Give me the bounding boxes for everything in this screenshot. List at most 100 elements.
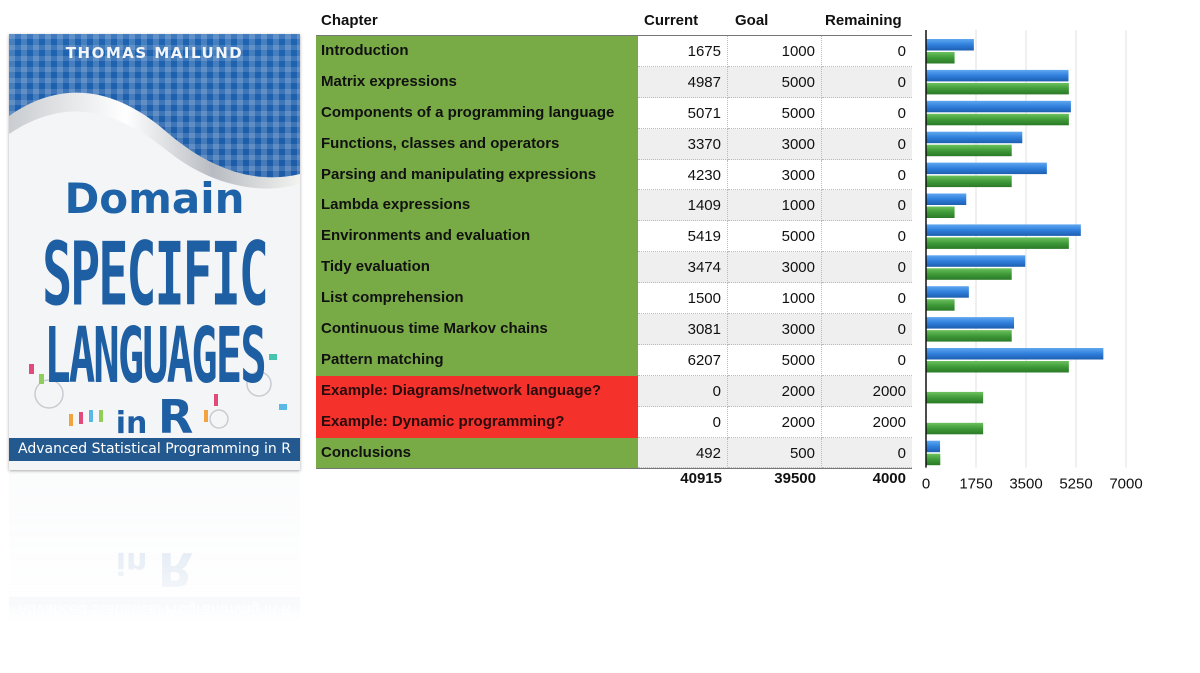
cell-goal: 2000 xyxy=(728,406,822,438)
table-row: Pattern matching 6207 5000 0 xyxy=(316,344,912,376)
bar-current xyxy=(926,100,1071,113)
table-body: Introduction 1675 1000 0 Matrix expressions 4… xyxy=(316,35,912,470)
cell-chapter: Functions, classes and operators xyxy=(316,128,638,160)
cell-remaining: 0 xyxy=(822,345,912,376)
cell-chapter: Environments and evaluation xyxy=(316,221,638,253)
x-tick-label: 5250 xyxy=(1059,476,1092,493)
cell-current: 3370 xyxy=(638,128,728,160)
cell-remaining: 0 xyxy=(822,66,912,98)
bar-goal xyxy=(926,361,1069,373)
cover-title-specific: SPECIFIC xyxy=(42,224,269,326)
cell-remaining: 0 xyxy=(822,221,912,253)
cell-chapter: Example: Diagrams/network language? xyxy=(316,375,638,407)
bar-current xyxy=(926,131,1023,144)
bar-current xyxy=(926,348,1104,360)
cell-goal: 3000 xyxy=(728,252,822,284)
cell-remaining: 2000 xyxy=(822,375,912,407)
cell-goal: 3000 xyxy=(728,159,822,191)
cell-current: 1675 xyxy=(638,36,728,67)
cell-goal: 2000 xyxy=(728,375,822,407)
cell-chapter: Lambda expressions xyxy=(316,190,638,222)
bar-goal xyxy=(926,237,1069,249)
cell-current: 1409 xyxy=(638,190,728,222)
cover-title-languages: LANGUAGES xyxy=(44,312,266,402)
cell-remaining: 0 xyxy=(822,252,912,284)
table-row: Conclusions 492 500 0 xyxy=(316,437,912,469)
cover-subtitle: Advanced Statistical Programming in R xyxy=(9,438,300,461)
cover-title-r: R xyxy=(157,390,194,444)
cell-remaining: 0 xyxy=(822,128,912,160)
table-row: Environments and evaluation 5419 5000 0 xyxy=(316,221,912,253)
bar-current xyxy=(926,162,1047,175)
table-row: Introduction 1675 1000 0 xyxy=(316,36,912,67)
table-row: Functions, classes and operators 3370 3000… xyxy=(316,128,912,160)
table-row: Example: Dynamic programming? 0 2000 2000 xyxy=(316,406,912,438)
bar-goal xyxy=(926,330,1012,342)
bar-current xyxy=(926,224,1081,236)
cell-goal: 1000 xyxy=(728,190,822,222)
bar-goal xyxy=(926,52,955,64)
reflection-in: in xyxy=(115,545,148,580)
cell-current: 4230 xyxy=(638,159,728,191)
cell-current: 3081 xyxy=(638,314,728,345)
cell-goal: 1000 xyxy=(728,283,822,315)
cell-chapter: Introduction xyxy=(316,36,638,67)
cell-current: 0 xyxy=(638,375,728,407)
bar-current xyxy=(926,440,941,453)
cell-current: 492 xyxy=(638,437,728,469)
bar-current xyxy=(926,255,1026,267)
cell-remaining: 0 xyxy=(822,283,912,315)
cell-goal: 500 xyxy=(728,437,822,469)
header-current: Current xyxy=(644,12,699,29)
bar-goal xyxy=(926,175,1012,188)
bar-goal xyxy=(926,113,1069,126)
table-row: Components of a programming language 5071… xyxy=(316,97,912,129)
cell-goal: 5000 xyxy=(728,66,822,98)
header-remaining: Remaining xyxy=(825,12,902,29)
cell-remaining: 0 xyxy=(822,190,912,222)
bar-current xyxy=(926,193,967,205)
bar-goal xyxy=(926,144,1012,157)
table-row: Example: Diagrams/network language? 0 2000… xyxy=(316,375,912,407)
table-row: Lambda expressions 1409 1000 0 xyxy=(316,190,912,222)
cell-goal: 3000 xyxy=(728,128,822,160)
book-cover: THOMAS MAILUND Domain SPECIFIC LANGUAGES… xyxy=(9,34,300,470)
table-row: Matrix expressions 4987 5000 0 xyxy=(316,66,912,98)
cell-chapter: Pattern matching xyxy=(316,344,638,376)
cell-current: 5071 xyxy=(638,97,728,129)
cell-current: 6207 xyxy=(638,344,728,376)
bar-current xyxy=(926,69,1069,82)
total-goal: 39500 xyxy=(774,470,816,487)
total-remaining: 4000 xyxy=(872,470,906,487)
bar-goal xyxy=(926,299,955,311)
x-tick-label: 7000 xyxy=(1109,476,1142,493)
cell-remaining: 0 xyxy=(822,36,912,67)
cell-current: 0 xyxy=(638,406,728,438)
cover-title-in: in xyxy=(115,406,148,441)
cell-goal: 1000 xyxy=(728,36,822,67)
bar-goal xyxy=(926,206,955,218)
cell-chapter: Continuous time Markov chains xyxy=(316,314,638,345)
cell-remaining: 0 xyxy=(822,314,912,345)
table-row: List comprehension 1500 1000 0 xyxy=(316,283,912,315)
cell-remaining: 2000 xyxy=(822,407,912,438)
bar-current xyxy=(926,286,969,298)
cell-remaining: 0 xyxy=(822,160,912,191)
cell-goal: 5000 xyxy=(728,344,822,376)
table-row: Tidy evaluation 3474 3000 0 xyxy=(316,252,912,284)
bar-goal xyxy=(926,422,984,435)
cell-remaining: 0 xyxy=(822,98,912,129)
cell-current: 3474 xyxy=(638,252,728,284)
bar-current xyxy=(926,39,974,51)
reflection-subtitle: Advanced Statistical Programming in R xyxy=(9,597,300,620)
cell-chapter: Parsing and manipulating expressions xyxy=(316,159,638,191)
cell-current: 4987 xyxy=(638,66,728,98)
x-tick-label: 3500 xyxy=(1009,476,1042,493)
cell-goal: 5000 xyxy=(728,97,822,129)
cell-chapter: Components of a programming language xyxy=(316,97,638,129)
bar-goal xyxy=(926,391,984,404)
cover-title-in-r: in R xyxy=(9,390,300,444)
cover-title-domain: Domain xyxy=(64,174,245,223)
table-row: Continuous time Markov chains 3081 3000 0 xyxy=(316,314,912,345)
reflection-in-r: in R xyxy=(9,542,300,596)
